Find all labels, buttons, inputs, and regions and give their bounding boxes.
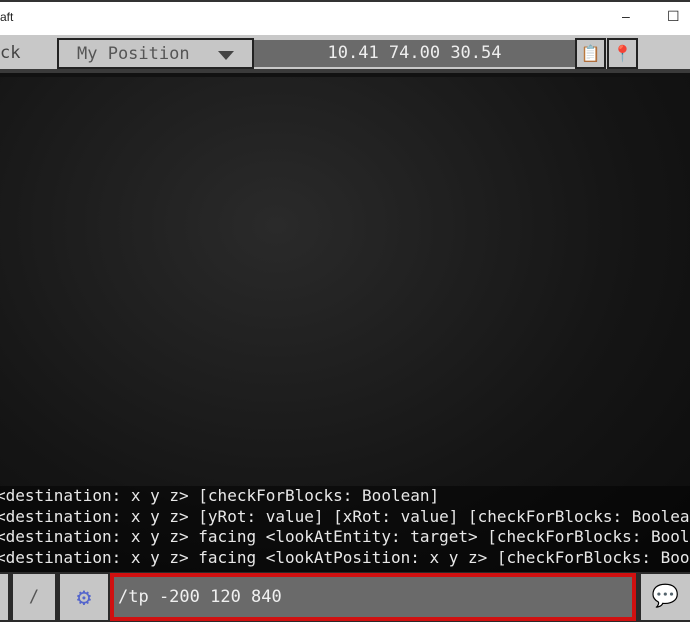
command-input[interactable]: /tp -200 120 840 <box>110 573 636 621</box>
suggestion-line[interactable]: <destination: x y z> [checkForBlocks: Bo… <box>0 486 690 507</box>
chat-suggestions: <destination: x y z> [checkForBlocks: Bo… <box>0 486 690 572</box>
suggestion-line[interactable]: <destination: x y z> facing <lookAtPosit… <box>0 548 690 569</box>
window-title: aft <box>0 10 14 24</box>
chevron-down-icon <box>218 51 234 60</box>
teleport-location-icon[interactable]: 📍 <box>607 38 638 69</box>
position-dropdown[interactable]: My Position <box>57 38 254 69</box>
chat-bar: / ⚙ /tp -200 120 840 💬 <box>0 572 690 622</box>
suggestion-line[interactable]: <destination: x y z> facing <lookAtEntit… <box>0 527 690 548</box>
title-bar: aft – ☐ <box>0 0 690 35</box>
slash-button[interactable]: / <box>13 574 55 620</box>
maximize-button[interactable]: ☐ <box>667 8 680 25</box>
coordinates-display: 10.41 74.00 30.54 <box>254 40 575 67</box>
toolbar: ck My Position 10.41 74.00 30.54 📋 📍 <box>0 35 690 73</box>
left-button[interactable] <box>0 574 8 620</box>
suggestion-line[interactable]: <destination: x y z> [yRot: value] [xRot… <box>0 507 690 528</box>
send-chat-icon[interactable]: 💬 <box>641 574 690 620</box>
back-button[interactable]: ck <box>0 43 20 63</box>
gear-icon[interactable]: ⚙ <box>60 574 108 620</box>
dropdown-label: My Position <box>77 44 190 64</box>
minimize-button[interactable]: – <box>622 8 630 24</box>
copy-icon[interactable]: 📋 <box>575 38 606 69</box>
